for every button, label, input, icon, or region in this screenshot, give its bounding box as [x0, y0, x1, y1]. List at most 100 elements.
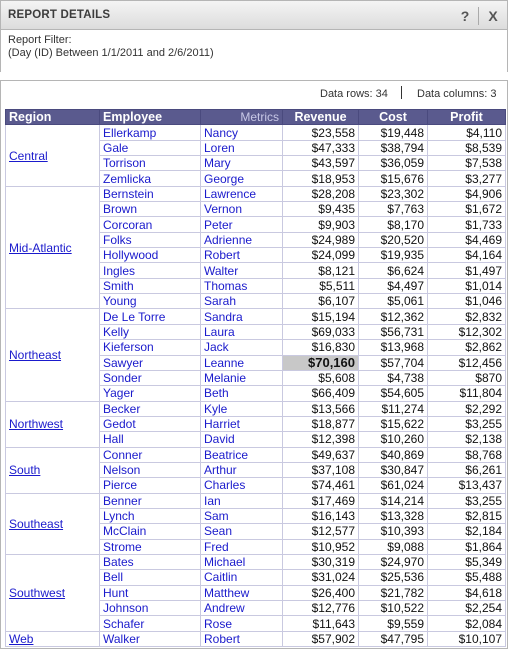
employee-last-name[interactable]: Hall — [99, 431, 201, 448]
employee-last-name[interactable]: Bell — [99, 569, 201, 586]
column-header-region[interactable]: Region — [5, 108, 100, 126]
table-row: Northwest Becker Kyle $13,566 $11,274 $2,292 — [5, 400, 506, 448]
grid-header-row: Region Employee Metrics Revenue Cost Pro… — [5, 108, 506, 126]
employee-first-name[interactable]: Michael — [200, 553, 283, 571]
profit-cell: $12,456 — [427, 354, 506, 371]
employee-first-name[interactable]: David — [200, 431, 283, 448]
employee-first-name[interactable]: Robert — [200, 630, 283, 648]
region-link[interactable]: Northeast — [5, 308, 100, 402]
employee-last-name[interactable]: Walker — [99, 630, 201, 648]
employee-last-name[interactable]: Folks — [99, 231, 201, 249]
column-header-metrics[interactable]: Metrics — [200, 108, 283, 126]
employee-first-name[interactable]: Caitlin — [200, 569, 283, 586]
revenue-cell: $5,511 — [282, 277, 359, 295]
employee-last-name[interactable]: Bernstein — [99, 185, 201, 203]
employee-last-name[interactable]: Young — [99, 293, 201, 310]
employee-first-name[interactable]: Sandra — [200, 308, 283, 325]
employee-first-name[interactable]: Mary — [200, 155, 283, 172]
employee-last-name[interactable]: Yager — [99, 385, 201, 402]
profit-cell: $2,084 — [427, 615, 506, 632]
employee-last-name[interactable]: Zemlicka — [99, 170, 201, 187]
employee-first-name[interactable]: Harriet — [200, 415, 283, 433]
employee-last-name[interactable]: Torrison — [99, 155, 201, 172]
employee-first-name[interactable]: Thomas — [200, 277, 283, 295]
employee-last-name[interactable]: Lynch — [99, 507, 201, 525]
cost-cell: $21,782 — [358, 584, 428, 602]
employee-last-name[interactable]: Johnson — [99, 599, 201, 617]
employee-last-name[interactable]: Ingles — [99, 262, 201, 279]
profit-cell: $8,768 — [427, 446, 506, 463]
employee-last-name[interactable]: Bates — [99, 553, 201, 571]
employee-first-name[interactable]: Melanie — [200, 369, 283, 387]
employee-first-name[interactable]: Sean — [200, 523, 283, 540]
employee-first-name[interactable]: Jack — [200, 339, 283, 356]
employee-last-name[interactable]: Ellerkamp — [99, 124, 201, 141]
employee-first-name[interactable]: Kyle — [200, 400, 283, 417]
report-grid-panel: Data rows: 34 Data columns: 3 Region Emp… — [0, 80, 508, 649]
header-divider — [478, 7, 479, 25]
employee-first-name[interactable]: Beth — [200, 385, 283, 402]
column-header-revenue[interactable]: Revenue — [282, 108, 359, 126]
cost-cell: $12,362 — [358, 308, 428, 325]
employee-last-name[interactable]: McClain — [99, 523, 201, 540]
employee-last-name[interactable]: Nelson — [99, 461, 201, 479]
region-link[interactable]: Mid-Atlantic — [5, 185, 100, 310]
employee-first-name[interactable]: Walter — [200, 262, 283, 279]
close-icon[interactable]: X — [483, 6, 503, 26]
employee-last-name[interactable]: Benner — [99, 492, 201, 509]
region-link[interactable]: Southeast — [5, 492, 100, 555]
employee-first-name[interactable]: Arthur — [200, 461, 283, 479]
employee-first-name[interactable]: Peter — [200, 216, 283, 233]
employee-last-name[interactable]: Gale — [99, 139, 201, 157]
employee-last-name[interactable]: De Le Torre — [99, 308, 201, 325]
employee-last-name[interactable]: Sonder — [99, 369, 201, 387]
employee-first-name[interactable]: Fred — [200, 538, 283, 555]
employee-first-name[interactable]: Rose — [200, 615, 283, 632]
employee-last-name[interactable]: Pierce — [99, 477, 201, 494]
employee-first-name[interactable]: Charles — [200, 477, 283, 494]
employee-last-name[interactable]: Becker — [99, 400, 201, 417]
region-link[interactable]: South — [5, 446, 100, 494]
employee-first-name[interactable]: Matthew — [200, 584, 283, 602]
revenue-cell: $17,469 — [282, 492, 359, 509]
employee-first-name[interactable]: Sam — [200, 507, 283, 525]
employee-last-name[interactable]: Strome — [99, 538, 201, 555]
employee-last-name[interactable]: Kelly — [99, 323, 201, 341]
employee-last-name[interactable]: Hunt — [99, 584, 201, 602]
region-link[interactable]: Central — [5, 124, 100, 187]
employee-first-name[interactable]: Andrew — [200, 599, 283, 617]
employee-last-name[interactable]: Kieferson — [99, 339, 201, 356]
employee-first-name[interactable]: Sarah — [200, 293, 283, 310]
employee-first-name[interactable]: Adrienne — [200, 231, 283, 249]
data-columns-count: Data columns: 3 — [417, 88, 497, 100]
cost-cell: $20,520 — [358, 231, 428, 249]
employee-last-name[interactable]: Schafer — [99, 615, 201, 632]
employee-first-name[interactable]: Lawrence — [200, 185, 283, 203]
column-header-profit[interactable]: Profit — [427, 108, 506, 126]
employee-last-name[interactable]: Brown — [99, 201, 201, 218]
column-header-employee[interactable]: Employee — [99, 108, 201, 126]
region-link[interactable]: Web — [5, 630, 100, 648]
employee-first-name[interactable]: Loren — [200, 139, 283, 157]
region-link[interactable]: Southwest — [5, 553, 100, 632]
employee-last-name[interactable]: Hollywood — [99, 247, 201, 264]
employee-last-name[interactable]: Smith — [99, 277, 201, 295]
column-header-cost[interactable]: Cost — [358, 108, 428, 126]
employee-last-name[interactable]: Sawyer — [99, 354, 201, 371]
report-grid: Region Employee Metrics Revenue Cost Pro… — [5, 108, 506, 648]
employee-first-name[interactable]: Nancy — [200, 124, 283, 141]
employee-first-name[interactable]: Beatrice — [200, 446, 283, 463]
employee-first-name[interactable]: Leanne — [200, 354, 283, 371]
help-icon[interactable]: ? — [455, 6, 475, 26]
employee-first-name[interactable]: Laura — [200, 323, 283, 341]
region-link[interactable]: Northwest — [5, 400, 100, 448]
cost-cell: $38,794 — [358, 139, 428, 157]
employee-last-name[interactable]: Conner — [99, 446, 201, 463]
panel-header: REPORT DETAILS ? X — [0, 0, 508, 30]
employee-first-name[interactable]: George — [200, 170, 283, 187]
employee-last-name[interactable]: Corcoran — [99, 216, 201, 233]
employee-first-name[interactable]: Vernon — [200, 201, 283, 218]
employee-first-name[interactable]: Robert — [200, 247, 283, 264]
employee-last-name[interactable]: Gedot — [99, 415, 201, 433]
employee-first-name[interactable]: Ian — [200, 492, 283, 509]
